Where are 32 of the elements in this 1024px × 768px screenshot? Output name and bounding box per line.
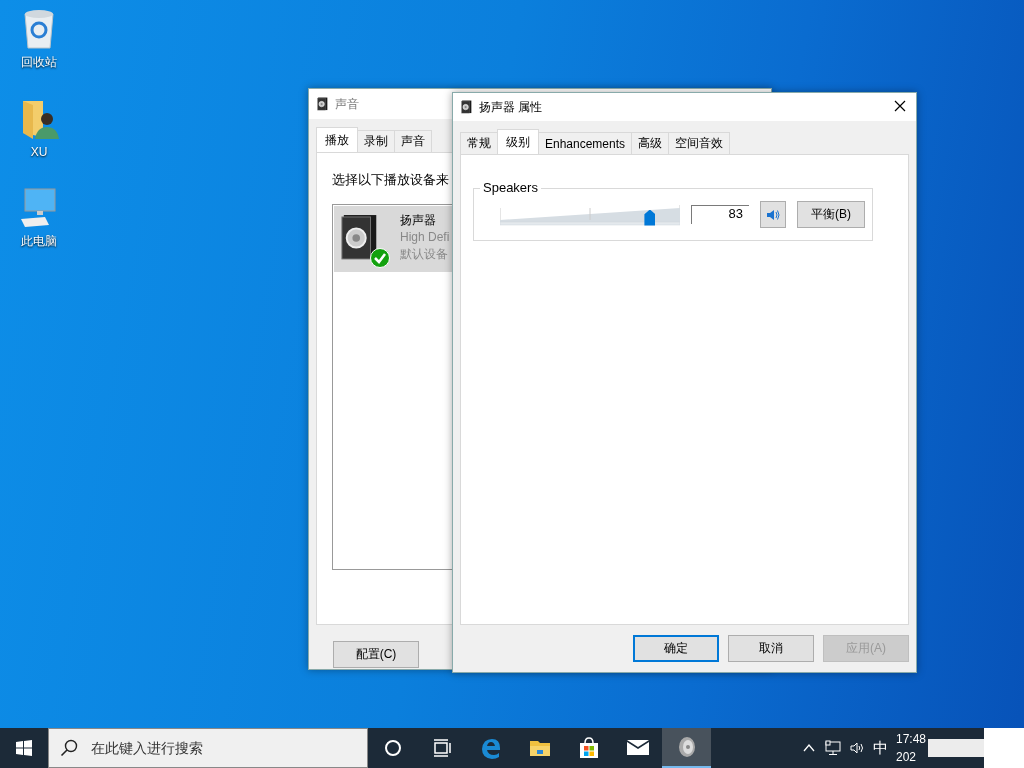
configure-button[interactable]: 配置(C) bbox=[333, 641, 419, 668]
slider-thumb[interactable] bbox=[644, 209, 656, 226]
search-icon bbox=[60, 739, 78, 757]
volume-value[interactable]: 83 bbox=[691, 205, 749, 224]
speaker-icon bbox=[317, 97, 329, 111]
dialog-button[interactable]: 取消 bbox=[728, 635, 814, 662]
tab[interactable]: 声音 bbox=[394, 130, 432, 152]
volume-slider[interactable] bbox=[500, 203, 680, 226]
dialog-button[interactable]: 确定 bbox=[633, 635, 719, 662]
clock-date[interactable]: 202 bbox=[895, 748, 926, 766]
tab[interactable]: 空间音效 bbox=[668, 132, 731, 154]
windows-logo-icon[interactable] bbox=[16, 740, 32, 756]
window-title: 扬声器 属性 bbox=[479, 98, 543, 116]
search-field[interactable]: 在此键入进行搜索 bbox=[48, 728, 368, 768]
device-status: 默认设备 bbox=[400, 246, 449, 263]
group-label: Speakers bbox=[480, 180, 541, 195]
device-description: High Defi bbox=[400, 229, 450, 246]
tab[interactable]: 常规 bbox=[460, 132, 498, 154]
tab[interactable]: 级别 bbox=[497, 129, 539, 154]
volume-icon[interactable] bbox=[848, 740, 865, 756]
icon-label[interactable]: XU bbox=[30, 145, 48, 159]
taskbar-app[interactable] bbox=[662, 728, 711, 768]
input-method-indicator[interactable]: 中 bbox=[872, 738, 888, 758]
device-name: 扬声器 bbox=[400, 212, 437, 229]
speaker-icon bbox=[461, 100, 473, 114]
mute-button[interactable] bbox=[760, 201, 786, 228]
clock-time[interactable]: 17:48 bbox=[895, 730, 926, 748]
tab[interactable]: 播放 bbox=[316, 127, 358, 152]
network-icon[interactable] bbox=[824, 740, 841, 756]
balance-button[interactable]: 平衡(B) bbox=[797, 201, 865, 228]
speaker-icon bbox=[766, 207, 780, 222]
window-title: 声音 bbox=[335, 95, 359, 113]
